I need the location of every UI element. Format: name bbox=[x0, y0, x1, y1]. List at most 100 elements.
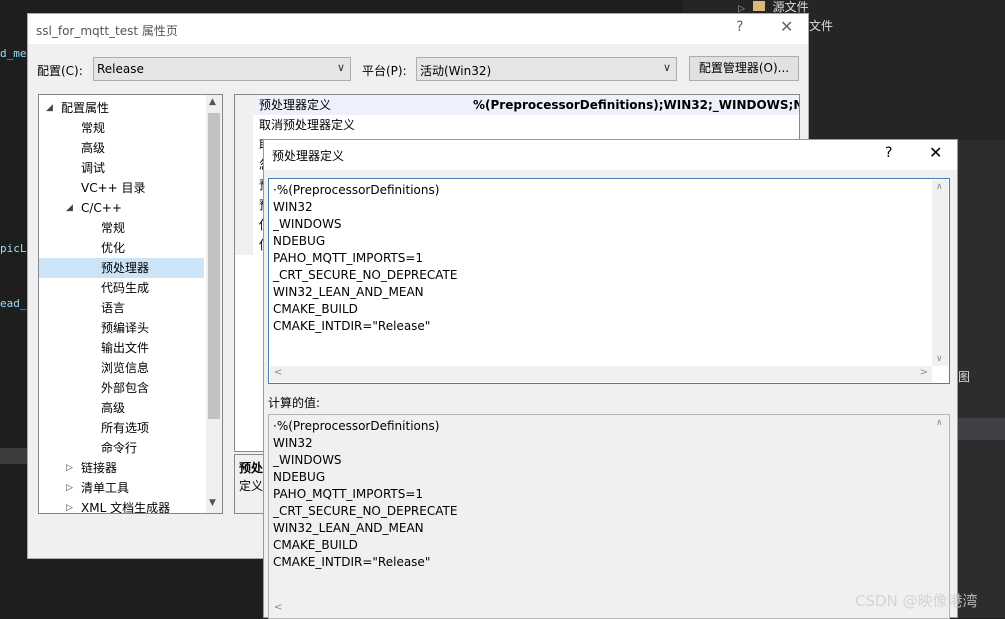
horizontal-scrollbar[interactable]: < > bbox=[270, 366, 932, 382]
tree-item-label: 语言 bbox=[101, 301, 126, 315]
definitions-text[interactable]: ·%(PreprocessorDefinitions) WIN32 _WINDO… bbox=[273, 182, 457, 335]
tree-item[interactable]: 常规 bbox=[39, 118, 204, 138]
chevron-down-icon: ∨ bbox=[662, 61, 671, 74]
help-button[interactable]: ? bbox=[736, 19, 743, 35]
tree-item-label: 优化 bbox=[101, 241, 126, 255]
tree-item[interactable]: 输出文件 bbox=[39, 338, 204, 358]
config-select[interactable]: Release ∨ bbox=[93, 57, 351, 81]
config-label: 配置(C): bbox=[37, 64, 83, 78]
tree-item-label: C/C++ bbox=[81, 201, 122, 215]
dialog-title-bar: 预处理器定义 ? ✕ bbox=[264, 140, 957, 170]
ide-side-panel: 图 bbox=[958, 140, 1005, 618]
code-fragment: picL bbox=[0, 242, 27, 255]
watermark: CSDN @映像港湾 bbox=[855, 592, 978, 610]
scroll-up-icon[interactable]: ∧ bbox=[936, 182, 943, 192]
tree-item[interactable]: ▷ 清单工具 bbox=[39, 478, 204, 498]
tree-item[interactable]: 高级 bbox=[39, 138, 204, 158]
description-title: 预处 bbox=[239, 461, 264, 475]
solution-tree-item[interactable]: 文件 bbox=[809, 17, 833, 34]
ide-panel-header bbox=[958, 418, 1005, 440]
scroll-down-icon[interactable]: ▼ bbox=[209, 498, 216, 508]
row-gutter bbox=[235, 175, 253, 195]
tree-item-label: 高级 bbox=[81, 141, 106, 155]
tree-item[interactable]: ◢ 配置属性 bbox=[39, 98, 204, 118]
tree-item[interactable]: 外部包含 bbox=[39, 378, 204, 398]
tree-item-label: 源文件 bbox=[772, 0, 809, 14]
scroll-down-icon[interactable]: ∨ bbox=[936, 354, 943, 364]
tree-item[interactable]: 常规 bbox=[39, 218, 204, 238]
tree-item[interactable]: 所有选项 bbox=[39, 418, 204, 438]
horizontal-scrollbar[interactable]: < bbox=[270, 601, 932, 617]
scroll-right-icon[interactable]: > bbox=[920, 367, 928, 378]
tree-item[interactable]: 预处理器 bbox=[39, 258, 204, 278]
tree-item[interactable]: 优化 bbox=[39, 238, 204, 258]
vertical-scrollbar[interactable]: ∧ ∨ bbox=[932, 180, 948, 366]
scroll-left-icon[interactable]: < bbox=[274, 602, 282, 613]
tree-item-label: 常规 bbox=[101, 221, 126, 235]
tree-item-label: 预处理器 bbox=[101, 261, 150, 275]
tree-item-label: 常规 bbox=[81, 121, 106, 135]
close-button[interactable]: ✕ bbox=[780, 17, 793, 36]
tree-item[interactable]: 浏览信息 bbox=[39, 358, 204, 378]
tree-item[interactable]: 调试 bbox=[39, 158, 204, 178]
config-manager-button[interactable]: 配置管理器(O)... bbox=[689, 56, 799, 81]
chevron-down-icon: ∨ bbox=[336, 61, 345, 74]
preprocessor-definitions-dialog: 预处理器定义 ? ✕ ·%(PreprocessorDefinitions) W… bbox=[263, 139, 958, 619]
computed-values-label: 计算的值: bbox=[268, 396, 321, 410]
window-title: ssl_for_mqtt_test 属性页 bbox=[36, 24, 178, 38]
scroll-left-icon[interactable]: < bbox=[274, 367, 282, 378]
tree-item[interactable]: VC++ 目录 bbox=[39, 178, 204, 198]
platform-value: 活动(Win32) bbox=[420, 64, 492, 78]
title-bar: ssl_for_mqtt_test 属性页 ? ✕ bbox=[28, 14, 808, 44]
row-gutter bbox=[235, 235, 253, 255]
code-fragment: d_me bbox=[0, 47, 27, 60]
tree-item[interactable]: ▷ XML 文档生成器 bbox=[39, 498, 204, 514]
row-gutter bbox=[235, 95, 253, 115]
vertical-scrollbar[interactable]: ∧ bbox=[932, 416, 948, 601]
tree-item[interactable]: 代码生成 bbox=[39, 278, 204, 298]
tree-item-label: 高级 bbox=[101, 401, 126, 415]
tree-item-label: 外部包含 bbox=[101, 381, 150, 395]
row-gutter bbox=[235, 215, 253, 235]
tree-item-label: 所有选项 bbox=[101, 421, 150, 435]
tree-item-label: 输出文件 bbox=[101, 341, 150, 355]
tree-item-label: 代码生成 bbox=[101, 281, 150, 295]
tree-item-label: XML 文档生成器 bbox=[81, 501, 171, 514]
tree-item[interactable]: ◢ C/C++ bbox=[39, 198, 204, 218]
config-value: Release bbox=[97, 62, 144, 76]
expanded-icon[interactable]: ◢ bbox=[66, 198, 73, 218]
vertical-scrollbar[interactable]: ▲ ▼ bbox=[206, 95, 222, 513]
platform-label: 平台(P): bbox=[362, 64, 407, 78]
dialog-title: 预处理器定义 bbox=[272, 149, 345, 163]
property-tree[interactable]: ◢ 配置属性 常规 高级 调试 VC++ 目录 ◢ C/C++ 常规 优化 预处理器 代码生成 语言 预编… bbox=[38, 94, 223, 514]
tree-item-label: 配置属性 bbox=[61, 101, 110, 115]
tree-item[interactable]: 语言 bbox=[39, 298, 204, 318]
platform-select[interactable]: 活动(Win32) ∨ bbox=[416, 57, 677, 81]
property-value[interactable]: %(PreprocessorDefinitions);WIN32;_WINDOW… bbox=[473, 95, 799, 115]
collapsed-icon[interactable]: ▷ bbox=[66, 498, 73, 513]
computed-values-text: ·%(PreprocessorDefinitions) WIN32 _WINDO… bbox=[273, 419, 458, 569]
row-gutter bbox=[235, 135, 253, 155]
tree-item-label: 调试 bbox=[81, 161, 106, 175]
tree-item-label: 清单工具 bbox=[81, 481, 130, 495]
help-button[interactable]: ? bbox=[885, 145, 892, 161]
collapsed-icon[interactable]: ▷ bbox=[66, 478, 73, 498]
scrollbar-thumb[interactable] bbox=[208, 113, 220, 419]
tree-item[interactable]: 命令行 bbox=[39, 438, 204, 458]
tree-item[interactable]: ▷ 链接器 bbox=[39, 458, 204, 478]
property-row[interactable]: 取消预处理器定义 bbox=[235, 115, 799, 135]
property-name: 预处理器定义 bbox=[259, 98, 332, 112]
close-button[interactable]: ✕ bbox=[929, 143, 942, 162]
folder-icon bbox=[752, 1, 765, 11]
expanded-icon[interactable]: ◢ bbox=[46, 98, 53, 118]
collapsed-icon[interactable]: ▷ bbox=[66, 458, 73, 478]
scroll-up-icon[interactable]: ∧ bbox=[936, 418, 943, 428]
tree-item[interactable]: 高级 bbox=[39, 398, 204, 418]
tree-item-label: 命令行 bbox=[101, 441, 138, 455]
computed-values-box: ·%(PreprocessorDefinitions) WIN32 _WINDO… bbox=[268, 414, 950, 619]
tree-item[interactable]: 预编译头 bbox=[39, 318, 204, 338]
property-row[interactable]: 预处理器定义 %(PreprocessorDefinitions);WIN32;_… bbox=[235, 95, 799, 115]
tree-item-label: 链接器 bbox=[81, 461, 118, 475]
definitions-edit-box[interactable]: ·%(PreprocessorDefinitions) WIN32 _WINDO… bbox=[268, 178, 950, 384]
scroll-up-icon[interactable]: ▲ bbox=[209, 97, 216, 107]
